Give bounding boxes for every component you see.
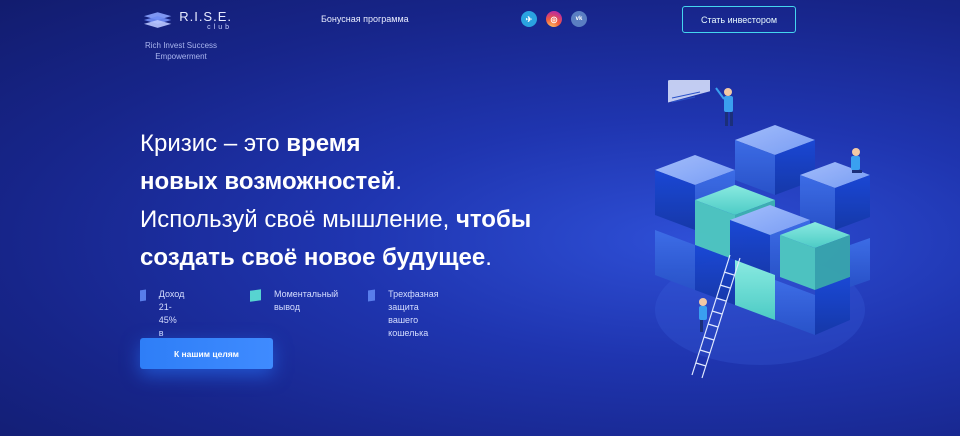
feature-withdrawal-line-2: вывод bbox=[274, 302, 300, 312]
telegram-icon[interactable]: ✈ bbox=[521, 11, 537, 27]
feature-protection: Трехфазная защита вашего кошелька bbox=[368, 288, 443, 340]
site-header: R.I.S.E. club Rich Invest Success Empowe… bbox=[0, 0, 960, 64]
feature-income-line-1: Доход 21-45% bbox=[158, 289, 185, 325]
cube-icon bbox=[368, 290, 375, 301]
cube-icon bbox=[140, 290, 146, 301]
hero-line-1-bold: время bbox=[286, 130, 361, 157]
hero-line-4-bold: создать своё новое будущее bbox=[140, 244, 486, 271]
hero-line-3-regular: Используй своё мышление, bbox=[140, 206, 456, 233]
hero-line-1: Кризис – это время bbox=[140, 125, 531, 163]
tagline: Rich Invest Success Empowerment bbox=[136, 40, 226, 62]
hero-line-2: новых возможностей. bbox=[140, 163, 531, 201]
feature-protection-line-1: Трехфазная защита bbox=[388, 289, 439, 312]
hero-line-3: Используй своё мышление, чтобы bbox=[140, 201, 531, 239]
tagline-line-2: Empowerment bbox=[155, 52, 207, 61]
hero-line-2-regular: . bbox=[395, 168, 403, 195]
logo-mark-icon bbox=[143, 12, 172, 28]
feature-withdrawal-line-1: Моментальный bbox=[274, 289, 339, 299]
feature-withdrawal: Моментальный вывод bbox=[250, 288, 338, 314]
logo-title: R.I.S.E. bbox=[179, 8, 232, 24]
our-goals-button[interactable]: К нашим целям bbox=[140, 338, 273, 369]
hero-line-4-regular: . bbox=[485, 244, 492, 271]
cube-illustration bbox=[655, 80, 870, 379]
nav-bonus-program[interactable]: Бонусная программа bbox=[321, 14, 409, 24]
hero-line-2-bold: новых возможностей bbox=[140, 168, 396, 195]
cube-icon bbox=[250, 290, 261, 301]
hero-line-1-regular: Кризис – это bbox=[140, 130, 287, 157]
logo-subtitle: club bbox=[207, 23, 232, 31]
instagram-icon[interactable]: ◎ bbox=[546, 11, 562, 27]
hero-line-3-bold: чтобы bbox=[455, 206, 532, 233]
tagline-line-1: Rich Invest Success bbox=[144, 41, 218, 50]
vk-icon[interactable]: vk bbox=[571, 11, 587, 27]
social-links: ✈ ◎ vk bbox=[521, 11, 587, 27]
hero-line-4: создать своё новое будущее. bbox=[140, 239, 531, 277]
feature-protection-line-2: вашего кошелька bbox=[388, 315, 429, 338]
logo[interactable]: R.I.S.E. club bbox=[142, 8, 232, 32]
hero-headline: Кризис – это время новых возможностей. И… bbox=[140, 125, 531, 277]
become-investor-button[interactable]: Стать инвестором bbox=[682, 6, 796, 33]
